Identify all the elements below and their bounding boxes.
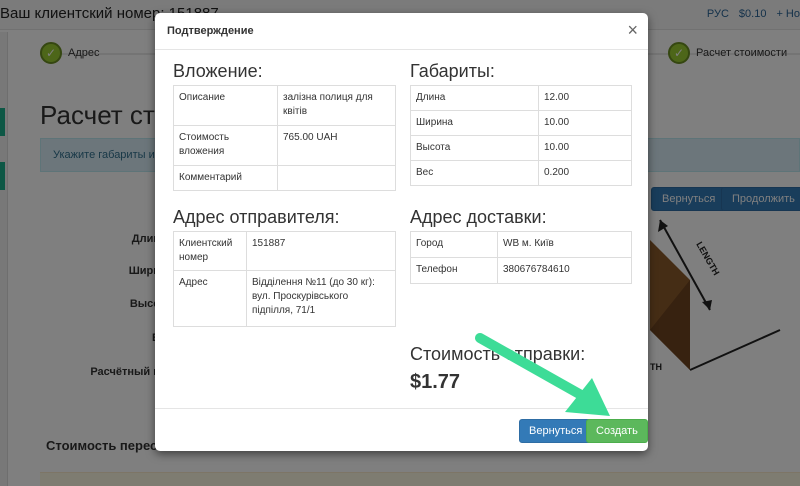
table-row: Комментарий [173,165,396,191]
attachment-heading: Вложение: [173,61,263,81]
table-row: Стоимость вложения 765.00 UAH [173,125,396,166]
table-row: Город WB м. Київ [410,231,632,258]
sender-label-address: Адрес [173,270,247,327]
dim-label-width: Ширина [410,110,539,136]
close-icon[interactable]: × [627,21,638,39]
delivery-value-city: WB м. Київ [497,231,632,258]
attachment-label-description: Описание [173,85,278,126]
annotation-arrow-icon [475,333,610,416]
delivery-value-phone: 380676784610 [497,257,632,284]
table-row: Высота 10.00 [410,135,632,161]
table-row: Клиентский номер 151887 [173,231,396,271]
sender-value-client: 151887 [246,231,396,271]
sender-value-address: Відділення №11 (до 30 кг): вул. Проскурі… [246,270,396,327]
dim-label-length: Длина [410,85,539,111]
sender-heading: Адрес отправителя: [173,207,340,227]
sender-label-client: Клиентский номер [173,231,247,271]
delivery-label-phone: Телефон [410,257,498,284]
table-row: Длина 12.00 [410,85,632,111]
attachment-value-description: залізна полиця для квітів [277,85,396,126]
delivery-table: Город WB м. Київ Телефон 380676784610 [410,231,632,284]
dim-value-length: 12.00 [538,85,632,111]
table-row: Описание залізна полиця для квітів [173,85,396,126]
attachment-value-comment [277,165,396,191]
dim-label-weight: Вес [410,160,539,186]
dim-value-height: 10.00 [538,135,632,161]
dim-value-width: 10.00 [538,110,632,136]
modal-title: Подтверждение [167,25,254,37]
table-row: Телефон 380676784610 [410,257,632,284]
attachment-table: Описание залізна полиця для квітів Стоим… [173,85,396,191]
modal-header: Подтверждение × [155,13,648,50]
dimensions-table: Длина 12.00 Ширина 10.00 Высота 10.00 Ве… [410,85,632,186]
attachment-value-cost: 765.00 UAH [277,125,396,166]
dim-label-height: Высота [410,135,539,161]
table-row: Ширина 10.00 [410,110,632,136]
attachment-label-comment: Комментарий [173,165,278,191]
dimensions-heading: Габариты: [410,61,495,81]
table-row: Вес 0.200 [410,160,632,186]
delivery-heading: Адрес доставки: [410,207,547,227]
delivery-label-city: Город [410,231,498,258]
cost-value: $1.77 [410,371,461,393]
table-row: Адрес Відділення №11 (до 30 кг): вул. Пр… [173,270,396,327]
sender-table: Клиентский номер 151887 Адрес Відділення… [173,231,396,327]
dim-value-weight: 0.200 [538,160,632,186]
attachment-label-cost: Стоимость вложения [173,125,278,166]
